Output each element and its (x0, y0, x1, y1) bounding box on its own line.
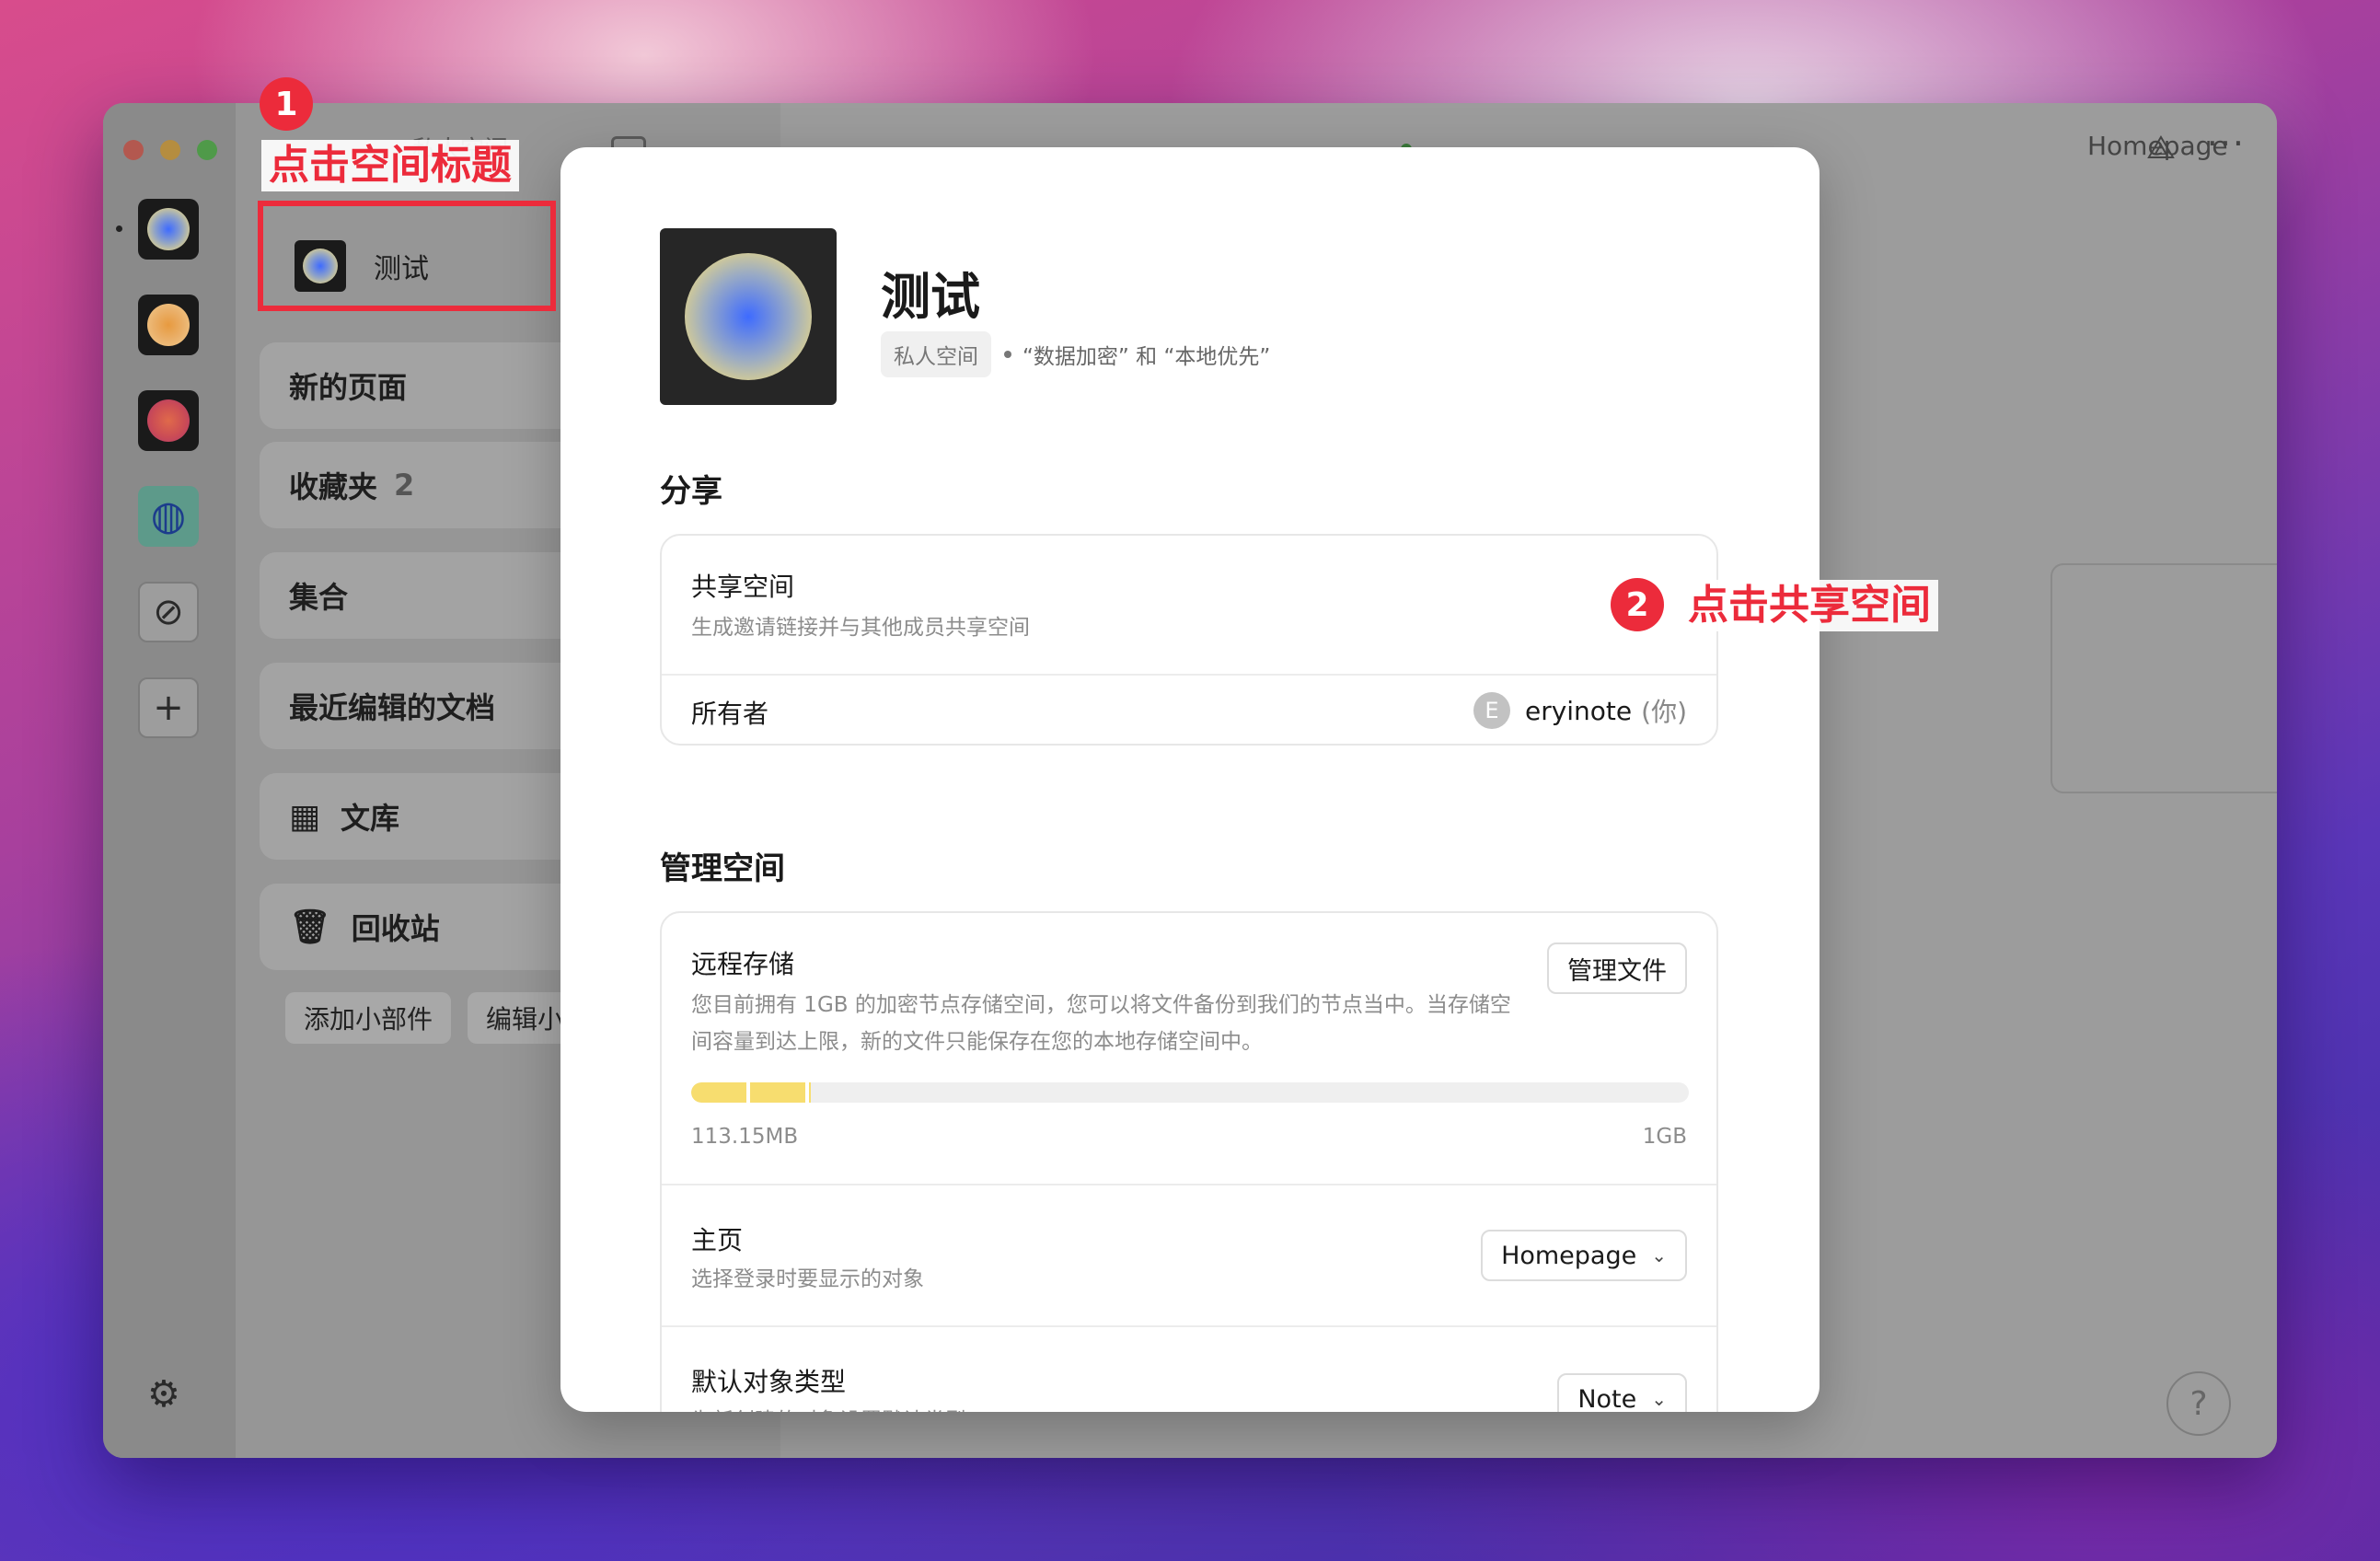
add-space-button[interactable]: + (138, 677, 199, 738)
owner-row: 所有者 E eryinote (你) (662, 676, 1716, 744)
default-type-subtitle: 为新创建的对象设置默认类型 (691, 1403, 966, 1412)
owner-title: 所有者 (691, 699, 769, 729)
homepage-select-value: Homepage (1501, 1241, 1637, 1270)
rail-space-test[interactable] (138, 199, 199, 260)
sidebar-item-label: 新的页面 (289, 370, 408, 405)
storage-progress-bar (691, 1082, 1689, 1103)
chevron-down-icon: ⌄ (1651, 1244, 1667, 1266)
owner-name: eryinote (1524, 695, 1633, 726)
homepage-row: 主页 选择登录时要显示的对象 Homepage ⌄ (662, 1185, 1716, 1327)
more-icon[interactable]: ··· (2207, 123, 2246, 164)
homepage-subtitle: 选择登录时要显示的对象 (691, 1267, 924, 1291)
storage-total-label: 1GB (1642, 1125, 1687, 1149)
space-name-title[interactable]: 测试 (881, 256, 980, 329)
space-orb-icon (147, 304, 190, 346)
minimize-window-button[interactable] (160, 140, 180, 160)
remote-storage-row: 远程存储 您目前拥有 1GB 的加密节点存储空间，您可以将文件备份到我们的节点当… (662, 913, 1716, 1185)
default-type-row: 默认对象类型 为新创建的对象设置默认类型 Note ⌄ (662, 1327, 1716, 1412)
sidebar-item-label: 回收站 (351, 911, 440, 946)
rail-space-void[interactable]: ⊘ (138, 582, 199, 642)
share-group: 共享空间 生成邀请链接并与其他成员共享空间 所有者 E eryinote (你) (660, 534, 1718, 746)
sidebar-item-label: 集合 (289, 580, 349, 615)
remote-storage-title: 远程存储 (691, 949, 795, 979)
bullet-dot (1004, 351, 1011, 358)
step-2-text: 点击共享空间 (1681, 580, 1938, 631)
space-rail: ◍ ⊘ + ⚙ (103, 103, 236, 1458)
default-type-select[interactable]: Note ⌄ (1557, 1373, 1687, 1412)
owner-you-label: (你) (1641, 697, 1687, 727)
plus-icon: + (153, 687, 184, 729)
sidebar-item-label: 最近编辑的文档 (289, 690, 496, 725)
rail-space-2[interactable] (138, 295, 199, 355)
space-avatar[interactable] (660, 228, 837, 405)
add-widget-button[interactable]: 添加小部件 (285, 992, 452, 1044)
share-space-subtitle: 生成邀请链接并与其他成员共享空间 (691, 616, 1030, 640)
settings-gear-icon[interactable]: ⚙ (147, 1373, 180, 1416)
rail-space-3[interactable] (138, 390, 199, 451)
step-1-badge: 1 (260, 77, 313, 131)
step-2-badge: 2 (1611, 578, 1664, 631)
step-1-text: 点击空间标题 (261, 140, 519, 191)
space-orb-icon (147, 208, 190, 250)
owner-info: E eryinote (你) (1473, 692, 1687, 729)
remote-storage-desc: 您目前拥有 1GB 的加密节点存储空间，您可以将文件备份到我们的节点当中。当存储… (691, 993, 1511, 1054)
space-features: “数据加密” 和 “本地优先” (1022, 345, 1271, 369)
main-content-card (2051, 563, 2277, 793)
homepage-select[interactable]: Homepage ⌄ (1481, 1230, 1687, 1281)
rail-space-globe[interactable]: ◍ (138, 486, 199, 547)
storage-progress-fill (691, 1082, 812, 1103)
graph-icon[interactable]: ⟁ (2146, 129, 2176, 168)
space-type-tag: 私人空间 (881, 331, 991, 377)
step-1-highlight (258, 201, 556, 311)
globe-icon: ◍ (150, 492, 187, 539)
manage-group: 远程存储 您目前拥有 1GB 的加密节点存储空间，您可以将文件备份到我们的节点当… (660, 911, 1718, 1412)
favorites-count: 2 (394, 468, 415, 503)
sidebar-item-label: 文库 (341, 801, 400, 836)
default-type-title: 默认对象类型 (691, 1367, 847, 1397)
owner-avatar: E (1473, 692, 1510, 729)
no-entry-icon: ⊘ (153, 591, 184, 633)
space-settings-modal: 测试 私人空间 “数据加密” 和 “本地优先” 分享 共享空间 生成邀请链接并与… (560, 147, 1820, 1412)
space-meta: 私人空间 “数据加密” 和 “本地优先” (881, 331, 1270, 377)
sidebar-item-label: 收藏夹 (289, 469, 378, 504)
space-orb-icon (147, 399, 190, 442)
manage-section-title: 管理空间 (660, 850, 785, 887)
share-space-title: 共享空间 (691, 572, 795, 602)
space-orb-icon (685, 253, 812, 380)
active-space-indicator (116, 225, 122, 232)
trash-icon: 🗑 (289, 908, 331, 946)
homepage-title: 主页 (691, 1225, 744, 1255)
library-icon: ▦ (289, 797, 321, 836)
manage-files-button[interactable]: 管理文件 (1547, 942, 1687, 994)
help-button[interactable]: ? (2166, 1371, 2231, 1436)
zoom-window-button[interactable] (197, 140, 217, 160)
storage-used-label: 113.15MB (691, 1125, 799, 1149)
default-type-select-value: Note (1577, 1384, 1637, 1413)
chevron-down-icon: ⌄ (1651, 1388, 1667, 1410)
share-section-title: 分享 (660, 473, 722, 510)
share-space-row[interactable]: 共享空间 生成邀请链接并与其他成员共享空间 (662, 536, 1716, 676)
close-window-button[interactable] (123, 140, 144, 160)
